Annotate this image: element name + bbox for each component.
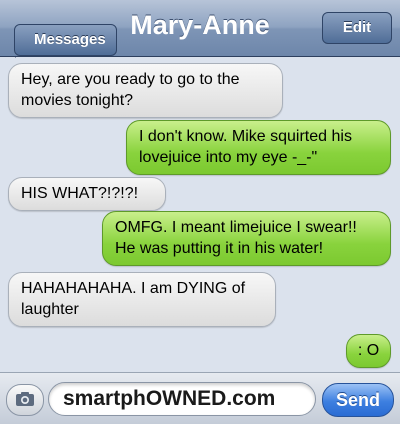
message-bubble-incoming: HAHAHAHAHA. I am DYING of laughter: [8, 272, 276, 327]
message-bubble-outgoing: I don't know. Mike squirted his lovejuic…: [126, 120, 391, 175]
message-input[interactable]: smartphOWNED.com: [48, 382, 316, 416]
send-button[interactable]: Send: [322, 383, 394, 417]
camera-icon: [16, 392, 34, 406]
message-bubble-incoming: HIS WHAT?!?!?!: [8, 177, 166, 211]
edit-button[interactable]: Edit: [322, 12, 392, 44]
message-bubble-outgoing: OMFG. I meant limejuice I swear!! He was…: [102, 211, 391, 266]
message-bubble-incoming: Hey, are you ready to go to the movies t…: [8, 63, 283, 118]
navigation-bar: Messages Mary-Anne Edit: [0, 0, 400, 57]
message-input-bar: smartphOWNED.com Send: [0, 372, 400, 424]
message-bubble-outgoing: : O: [346, 334, 391, 368]
camera-button[interactable]: [6, 384, 44, 416]
